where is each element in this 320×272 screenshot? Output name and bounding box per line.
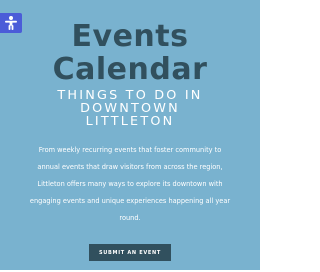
submit-event-button[interactable]: SUBMIT AN EVENT — [89, 244, 171, 261]
description-line-2: annual events that draw visitors from ac… — [37, 163, 223, 171]
description-line-5: round. — [119, 214, 141, 222]
page-title-line-2: Calendar — [52, 52, 208, 87]
events-hero: Events Calendar THINGS TO DO IN DOWNTOWN… — [0, 0, 260, 270]
description-line-1: From weekly recurring events that foster… — [38, 146, 222, 154]
description-line-3: Littleton offers many ways to explore it… — [37, 180, 223, 188]
description-line-4: engaging events and unique experiences h… — [29, 197, 231, 205]
page-frame: Events Calendar THINGS TO DO IN DOWNTOWN… — [0, 0, 262, 272]
page-title-line-1: Events — [71, 19, 189, 54]
submit-event-button-label: SUBMIT AN EVENT — [98, 249, 162, 256]
subtitle-line-3: LITTLETON — [85, 114, 175, 129]
